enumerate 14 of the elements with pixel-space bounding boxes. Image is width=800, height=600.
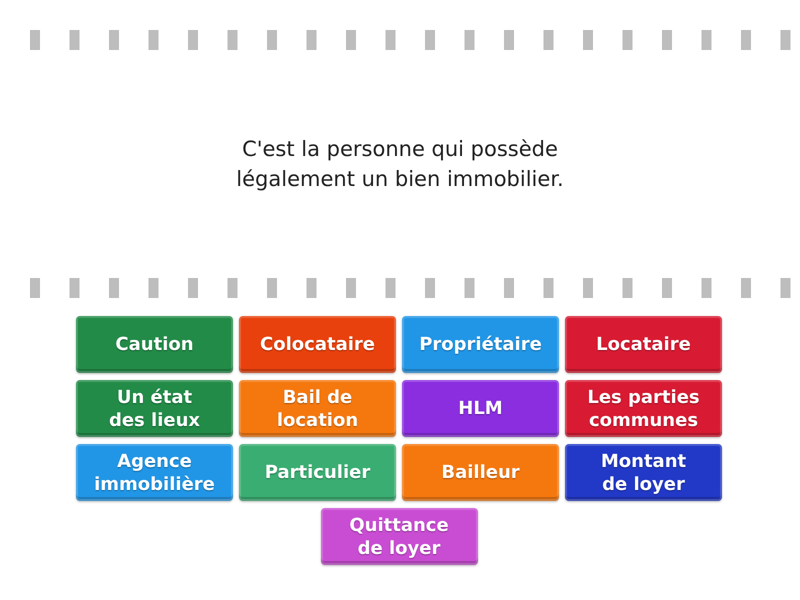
word-tile[interactable]: HLM (402, 380, 559, 437)
word-tile[interactable]: Propriétaire (402, 316, 559, 373)
word-tile[interactable]: Les parties communes (565, 380, 722, 437)
word-tile[interactable]: Montant de loyer (565, 444, 722, 501)
word-tile[interactable]: Particulier (239, 444, 396, 501)
word-tile[interactable]: Bail de location (239, 380, 396, 437)
word-tile[interactable]: Quittance de loyer (320, 508, 478, 565)
word-tile[interactable]: Bailleur (402, 444, 559, 501)
word-tile[interactable]: Caution (76, 316, 233, 373)
word-tile[interactable]: Un état des lieux (76, 380, 233, 437)
word-tile[interactable]: Colocataire (239, 316, 396, 373)
word-tile[interactable]: Agence immobilière (76, 444, 233, 501)
word-tile[interactable]: Locataire (565, 316, 722, 373)
question-text: C'est la personne qui possède légalement un bien immobilier. (235, 136, 565, 193)
